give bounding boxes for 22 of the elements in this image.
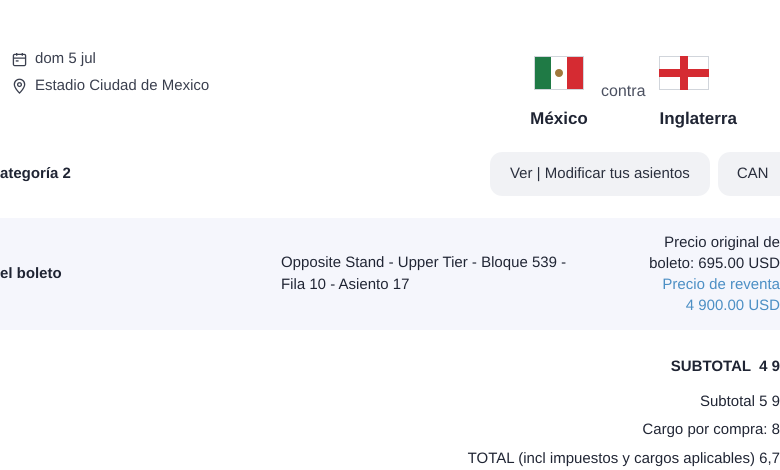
event-date: dom 5 jul <box>35 49 96 69</box>
original-price: Precio original de <box>664 233 780 253</box>
original-price: boleto: 695.00 USD <box>649 254 780 274</box>
venue-name: Estadio Ciudad de Mexico <box>35 76 210 96</box>
total-line: TOTAL (incl impuestos y cargos aplicables) 6,7 <box>468 448 780 468</box>
modify-seats-button[interactable]: Ver | Modificar tus asientos <box>490 152 710 196</box>
subtotal-heading: SUBTOTAL 4 9 <box>670 357 780 377</box>
cancel-button[interactable]: CAN <box>718 152 780 196</box>
total-line: Cargo por compra: 8 <box>642 420 780 440</box>
total-line: Subtotal 5 9 <box>700 392 780 412</box>
team-name: Inglaterra <box>659 108 737 130</box>
location-pin-icon <box>12 78 27 94</box>
calendar-icon <box>12 52 27 67</box>
ticket-label: el boleto <box>0 264 63 284</box>
flag-icon <box>659 56 710 90</box>
resale-price: 4 900.00 USD <box>686 296 780 316</box>
flag-icon <box>534 56 584 90</box>
category-label: ategoría 2 <box>0 164 72 184</box>
versus-label: contra <box>601 82 646 102</box>
team-name: México <box>530 108 588 130</box>
resale-price: Precio de reventa <box>662 275 780 295</box>
seat-description: Opposite Stand - Upper Tier - Bloque 539 - Fila 10 - Asiento 17 <box>281 253 568 295</box>
